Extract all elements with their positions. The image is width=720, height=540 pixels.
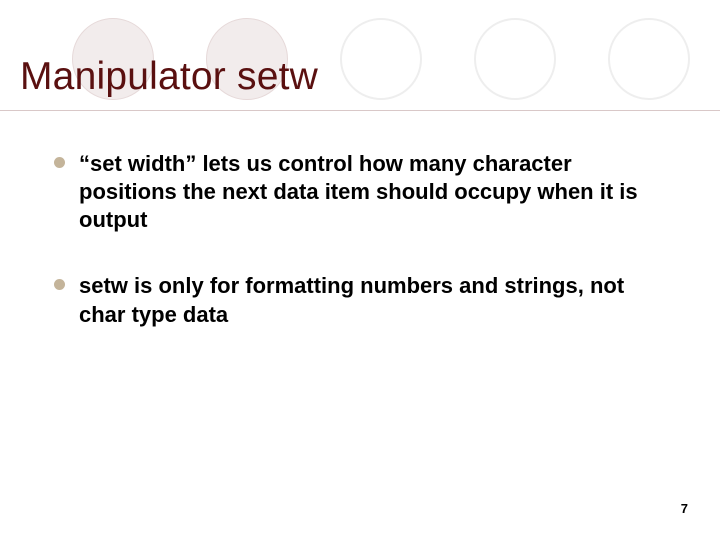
- slide: Manipulator setw “set width” lets us con…: [0, 0, 720, 540]
- content-area: “set width” lets us control how many cha…: [54, 150, 670, 367]
- title-underline: [0, 110, 720, 111]
- bullet-icon: [54, 279, 65, 290]
- bullet-icon: [54, 157, 65, 168]
- circle-decoration: [474, 18, 556, 100]
- circle-decoration: [340, 18, 422, 100]
- bullet-text: “set width” lets us control how many cha…: [79, 150, 670, 234]
- slide-title: Manipulator setw: [20, 55, 318, 99]
- page-number: 7: [681, 501, 688, 516]
- bullet-text: setw is only for formatting numbers and …: [79, 272, 670, 328]
- list-item: “set width” lets us control how many cha…: [54, 150, 670, 234]
- list-item: setw is only for formatting numbers and …: [54, 272, 670, 328]
- circle-decoration: [608, 18, 690, 100]
